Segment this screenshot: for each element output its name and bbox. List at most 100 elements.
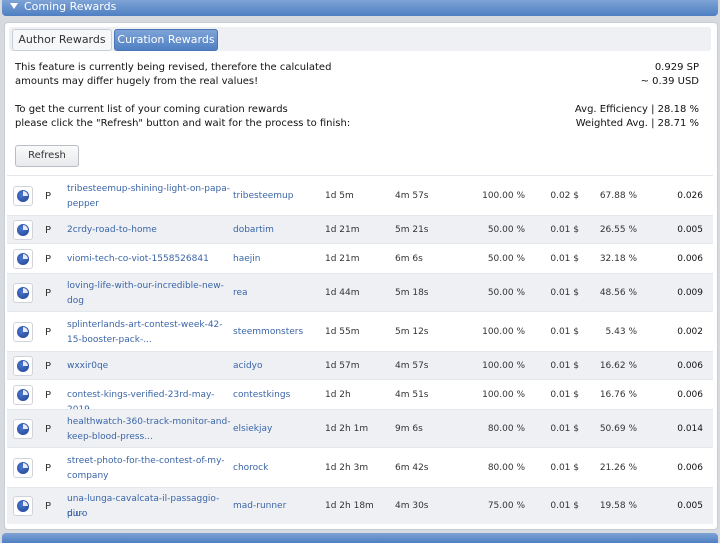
author-link[interactable]: contestkings [233, 388, 323, 403]
vote-time: 5m 18s [395, 287, 429, 298]
avatar[interactable] [13, 458, 33, 478]
steem-logo-icon [17, 423, 29, 435]
avatar[interactable] [13, 249, 33, 269]
reward-sp: 0.014 [677, 423, 703, 434]
post-type: P [45, 326, 52, 338]
vote-weight: 100.00 % [482, 326, 525, 337]
vote-weight: 100.00 % [482, 190, 525, 201]
steem-logo-icon [17, 190, 29, 202]
author-link[interactable]: chorock [233, 461, 323, 476]
reward-sp: 0.026 [677, 190, 703, 201]
author-link[interactable]: elsiekjay [233, 422, 323, 437]
tab-curation-rewards[interactable]: Curation Rewards [114, 29, 218, 51]
vote-weight: 50.00 % [487, 287, 525, 298]
post-type: P [45, 224, 52, 236]
post-link-continued[interactable]: keep-blood-press... [67, 430, 233, 445]
post-age: 1d 5m [325, 190, 354, 201]
author-link[interactable]: rea [233, 286, 323, 301]
post-age: 1d 55m [325, 326, 360, 337]
table-row: Phaejin 1d 21m 6m 6s 50.00 % 0.01 $ 32.18 % 0.… [7, 243, 713, 274]
avatar[interactable] [13, 322, 33, 342]
author-link[interactable]: tribesteemup [233, 189, 323, 204]
post-link[interactable]: splinterlands-art-contest-week-42- [67, 318, 233, 333]
post-link-continued[interactable]: company [67, 469, 233, 484]
vote-weight: 80.00 % [487, 423, 525, 434]
efficiency: 19.58 % [599, 500, 637, 511]
post-link[interactable]: wxxir0qe [67, 359, 233, 374]
table-row: Pdobartim 1d 21m 5m 21s 50.00 % 0.01 $ 26.55 … [7, 215, 713, 244]
rewards-panel: Author Rewards Curation Rewards This fea… [4, 22, 718, 530]
vote-value: 0.01 $ [550, 360, 579, 371]
vote-time: 4m 51s [395, 389, 429, 400]
post-link[interactable]: street-photo-for-the-contest-of-my- [67, 454, 233, 469]
avatar[interactable] [13, 220, 33, 240]
post-link[interactable]: 2crdy-road-to-home [67, 223, 233, 238]
table-row: Pmad-runner 1d 2h 18m 4m 30s 75.00 % 0.01 $ 1… [7, 487, 713, 524]
post-age: 1d 21m [325, 253, 360, 264]
post-age: 1d 57m [325, 360, 360, 371]
post-link[interactable]: tribesteemup-shining-light-on-papa- [67, 182, 233, 197]
table-row: Pacidyo 1d 57m 4m 57s 100.00 % 0.01 $ 16.62 %… [7, 351, 713, 380]
vote-value: 0.01 $ [550, 500, 579, 511]
efficiency: 26.55 % [599, 224, 637, 235]
avatar[interactable] [13, 419, 33, 439]
collapse-triangle-icon[interactable] [10, 3, 18, 9]
efficiency: 67.88 % [599, 190, 637, 201]
post-link[interactable]: loving-life-with-our-incredible-new- [67, 279, 233, 294]
efficiency: 50.69 % [599, 423, 637, 434]
post-link-continued[interactable]: dog [67, 294, 233, 309]
table-row: Pcontestkings 1d 2h 4m 51s 100.00 % 0.01 $ 16… [7, 379, 713, 415]
post-link[interactable]: healthwatch-360-track-monitor-and- [67, 415, 233, 430]
table-row: Pelsiekjay 1d 2h 1m 9m 6s 80.00 % 0.01 $ 50.6… [7, 409, 713, 448]
vote-value: 0.01 $ [550, 423, 579, 434]
efficiency: 16.62 % [599, 360, 637, 371]
avg-efficiency: Avg. Efficiency | 28.18 % [574, 104, 699, 115]
vote-value: 0.01 $ [550, 389, 579, 400]
refresh-button[interactable]: Refresh [15, 145, 79, 167]
post-link[interactable]: viomi-tech-co-viot-1558526841 [67, 252, 233, 267]
author-link[interactable]: mad-runner [233, 499, 323, 514]
post-link-continued[interactable]: duro [67, 507, 233, 522]
tab-author-rewards[interactable]: Author Rewards [12, 29, 112, 51]
steem-logo-icon [17, 360, 29, 372]
section-title: Coming Rewards [24, 0, 117, 13]
post-type: P [45, 253, 52, 265]
author-link[interactable]: dobartim [233, 223, 323, 238]
vote-value: 0.01 $ [550, 462, 579, 473]
vote-time: 4m 57s [395, 190, 429, 201]
tab-bar: Author Rewards Curation Rewards [9, 27, 711, 51]
vote-weight: 100.00 % [482, 389, 525, 400]
author-link[interactable]: steemmonsters [233, 325, 323, 340]
post-age: 1d 2h 18m [325, 500, 374, 511]
vote-value: 0.01 $ [550, 326, 579, 337]
avatar[interactable] [13, 356, 33, 376]
avatar[interactable] [13, 186, 33, 206]
reward-sp: 0.005 [677, 224, 703, 235]
vote-time: 4m 57s [395, 360, 429, 371]
post-link-continued[interactable]: 15-booster-pack-... [67, 333, 233, 348]
next-section-header[interactable] [2, 533, 718, 543]
post-age: 1d 2h 3m [325, 462, 369, 473]
weighted-avg: Weighted Avg. | 28.71 % [575, 118, 699, 129]
author-link[interactable]: haejin [233, 252, 323, 267]
efficiency: 16.76 % [599, 389, 637, 400]
vote-weight: 100.00 % [482, 360, 525, 371]
vote-time: 6m 42s [395, 462, 429, 473]
table-row: Prea 1d 44m 5m 18s 50.00 % 0.01 $ 48.56 % 0.00… [7, 273, 713, 312]
vote-value: 0.02 $ [550, 190, 579, 201]
vote-value: 0.01 $ [550, 224, 579, 235]
post-type: P [45, 389, 52, 401]
post-age: 1d 21m [325, 224, 360, 235]
coming-rewards-header[interactable]: Coming Rewards [2, 0, 718, 16]
avatar[interactable] [13, 283, 33, 303]
avatar[interactable] [13, 385, 33, 405]
vote-time: 5m 21s [395, 224, 429, 235]
steem-logo-icon [17, 326, 29, 338]
reward-sp: 0.005 [677, 500, 703, 511]
avatar[interactable] [13, 496, 33, 516]
author-link[interactable]: acidyo [233, 359, 323, 374]
vote-value: 0.01 $ [550, 287, 579, 298]
reward-sp: 0.006 [677, 360, 703, 371]
post-link-continued[interactable]: pepper [67, 197, 233, 212]
steem-logo-icon [17, 287, 29, 299]
